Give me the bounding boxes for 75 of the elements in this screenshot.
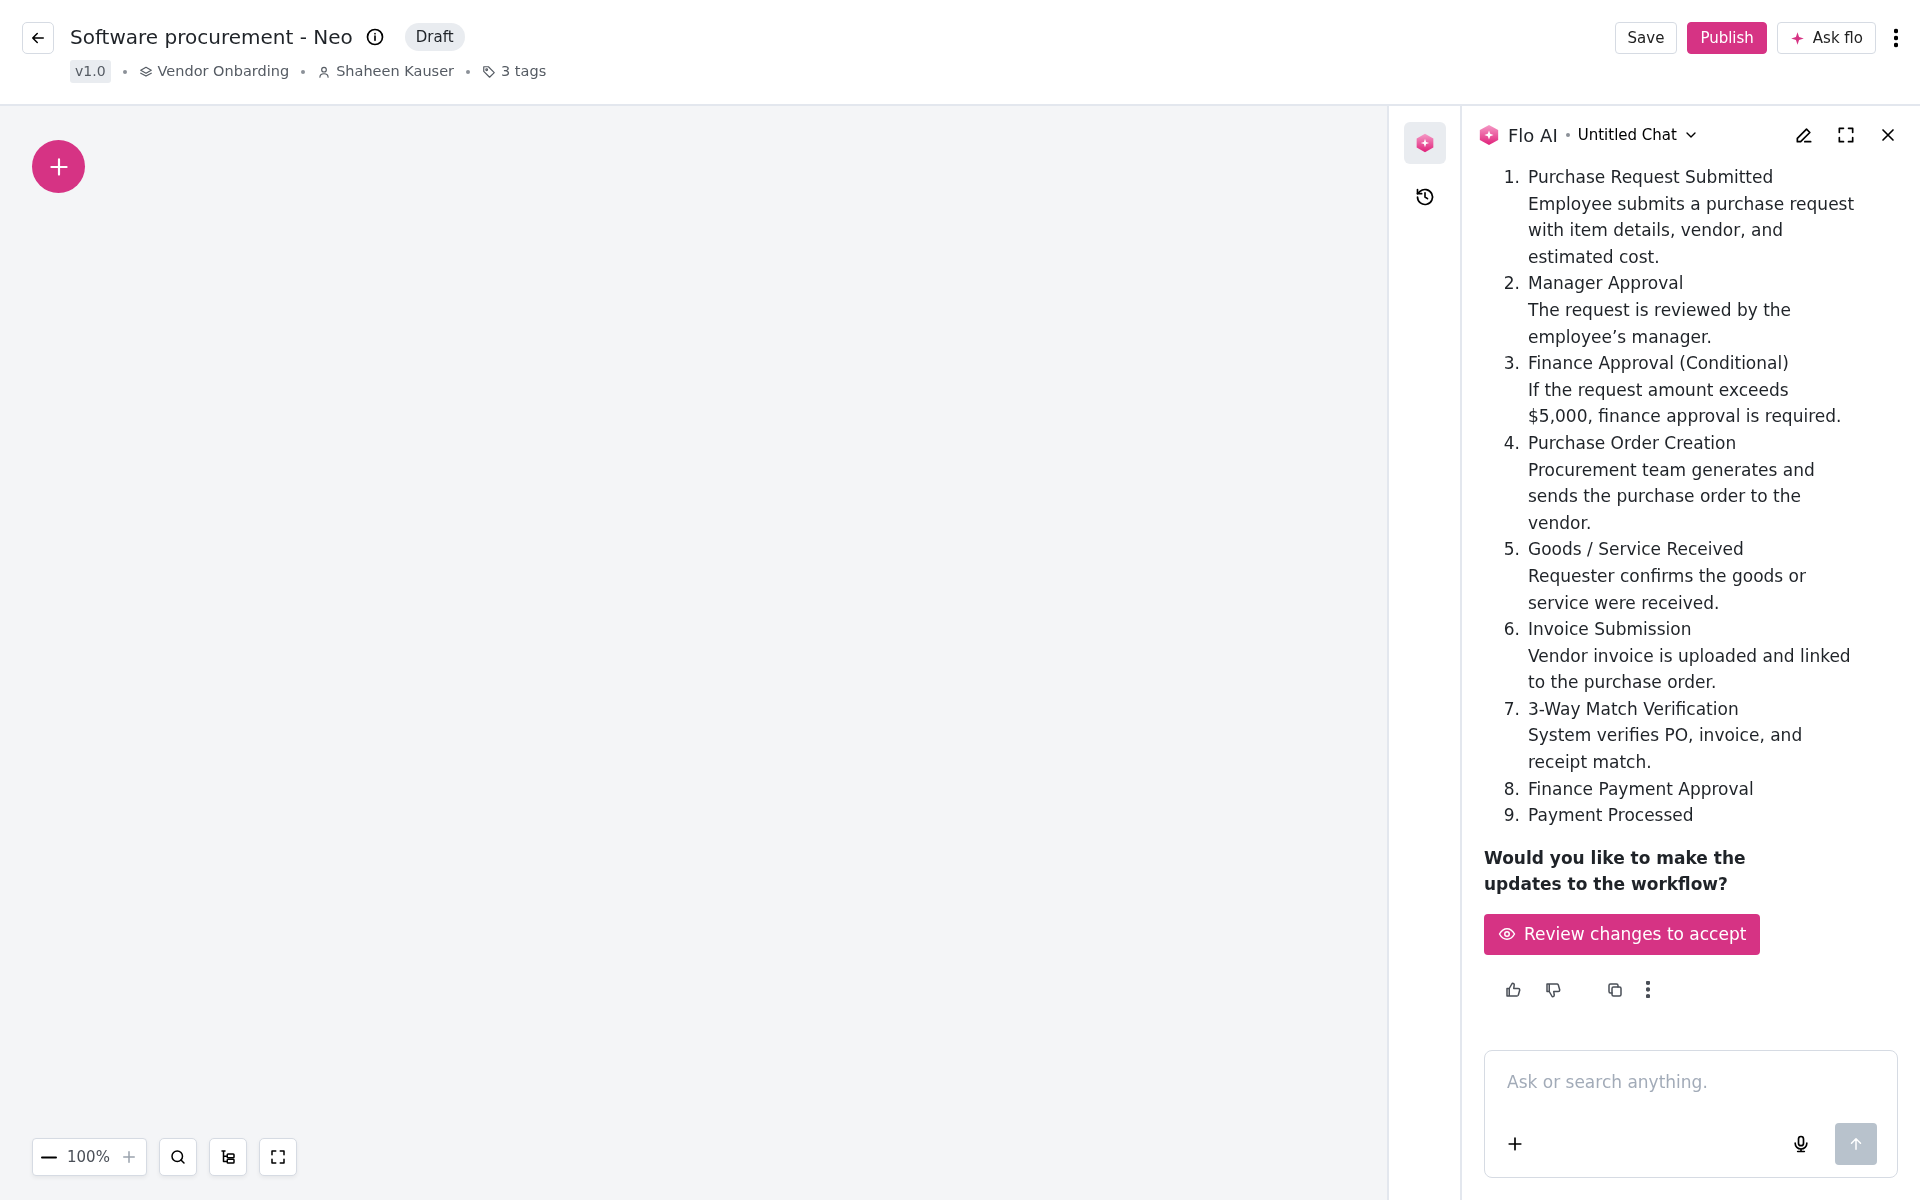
copy-icon [1606,980,1624,999]
owner-name: Shaheen Kauser [336,61,455,81]
thumbs-down-icon [1544,980,1562,999]
zoom-out-button[interactable] [41,1155,57,1159]
step-number: 4. [1502,431,1520,455]
search-icon [168,1148,187,1166]
zoom-level: 100% [67,1146,110,1168]
kebab-icon [1894,28,1898,48]
step-description: Procurement team generates and sends the purchase order to the vendor. [1528,458,1816,535]
step-title: Manager Approval [1528,272,1685,296]
like-button[interactable] [1504,980,1522,999]
microphone-button[interactable] [1791,1134,1811,1154]
step-title: Finance Payment Approval [1528,777,1754,801]
info-icon [364,27,385,47]
add-button[interactable] [32,140,85,193]
step-description: Vendor invoice is uploaded and linked to the purchase order. [1528,644,1852,695]
ask-ai-button[interactable]: Ask flo [1776,22,1876,54]
step-number: 8. [1502,777,1520,801]
step-number: 7. [1502,697,1520,721]
step-description: System verifies PO, invoice, and receipt match. [1528,724,1804,775]
status-badge: Draft [404,22,465,52]
publish-button[interactable]: Publish [1687,22,1767,54]
step-title: Purchase Request Submitted [1528,166,1775,189]
layout-button[interactable] [208,1138,247,1176]
step-title: Purchase Order Creation [1528,431,1738,455]
expand-button[interactable] [1836,125,1856,145]
copy-button[interactable] [1606,980,1624,999]
step-title: Invoice Submission [1528,618,1693,642]
more-button[interactable] [1646,981,1650,999]
new-chat-button[interactable] [1794,125,1814,145]
step-description: If the request amount exceeds $5,000, finance approval is required. [1528,378,1843,429]
page-title: Software procurement - Neo [70,24,353,51]
step-title: 3-Way Match Verification [1528,697,1740,721]
step-title: Payment Processed [1528,804,1694,828]
step-number: 1. [1502,166,1520,189]
step-title: Finance Approval (Conditional) [1528,352,1790,376]
step-number: 2. [1502,272,1520,296]
assistant-name: Flo AI [1508,123,1558,148]
microphone-icon [1791,1134,1811,1154]
dislike-button[interactable] [1544,980,1562,999]
thumbs-up-icon [1504,980,1522,999]
history-icon [1414,187,1435,207]
cube-icon [1414,133,1435,153]
step-title: Goods / Service Received [1528,538,1745,562]
back-button[interactable] [22,22,54,54]
tag-icon [482,64,497,79]
step-description: Employee submits a purchase request with item details, vendor, and estimated cost. [1528,192,1856,269]
edit-icon [1794,125,1814,145]
ai-assistant-tab[interactable] [1403,122,1446,164]
layers-icon [138,64,153,79]
minus-icon [41,1155,57,1159]
chat-title-dropdown[interactable]: Untitled Chat [1577,123,1699,147]
step-description: Requester confirms the goods or service were received. [1528,564,1807,615]
category-label: Vendor Onbarding [157,61,290,81]
tags-link[interactable]: 3 tags [501,60,547,83]
kebab-icon [1646,981,1650,999]
step-number: 5. [1502,538,1520,562]
step-number: 3. [1502,352,1520,376]
step-number: 9. [1502,804,1520,828]
step-number: 6. [1502,618,1520,642]
fit-screen-button[interactable] [258,1138,297,1176]
info-button[interactable] [364,27,385,47]
fullscreen-icon [268,1148,287,1166]
search-button[interactable] [158,1138,197,1176]
question-text: Would you like to make the updates to the workflow? [1484,846,1747,897]
save-button[interactable]: Save [1614,22,1678,54]
user-icon [317,64,332,79]
more-button[interactable] [1894,28,1898,48]
fullscreen-icon [1836,125,1856,145]
tree-icon [218,1148,237,1166]
cube-logo-icon [1478,124,1500,146]
review-changes-button[interactable]: Review changes to accept [1484,914,1761,955]
sparkle-icon [1789,30,1805,46]
step-description: The request is reviewed by the employee’s manager. [1528,298,1793,349]
version-badge: v1.0 [70,60,111,83]
